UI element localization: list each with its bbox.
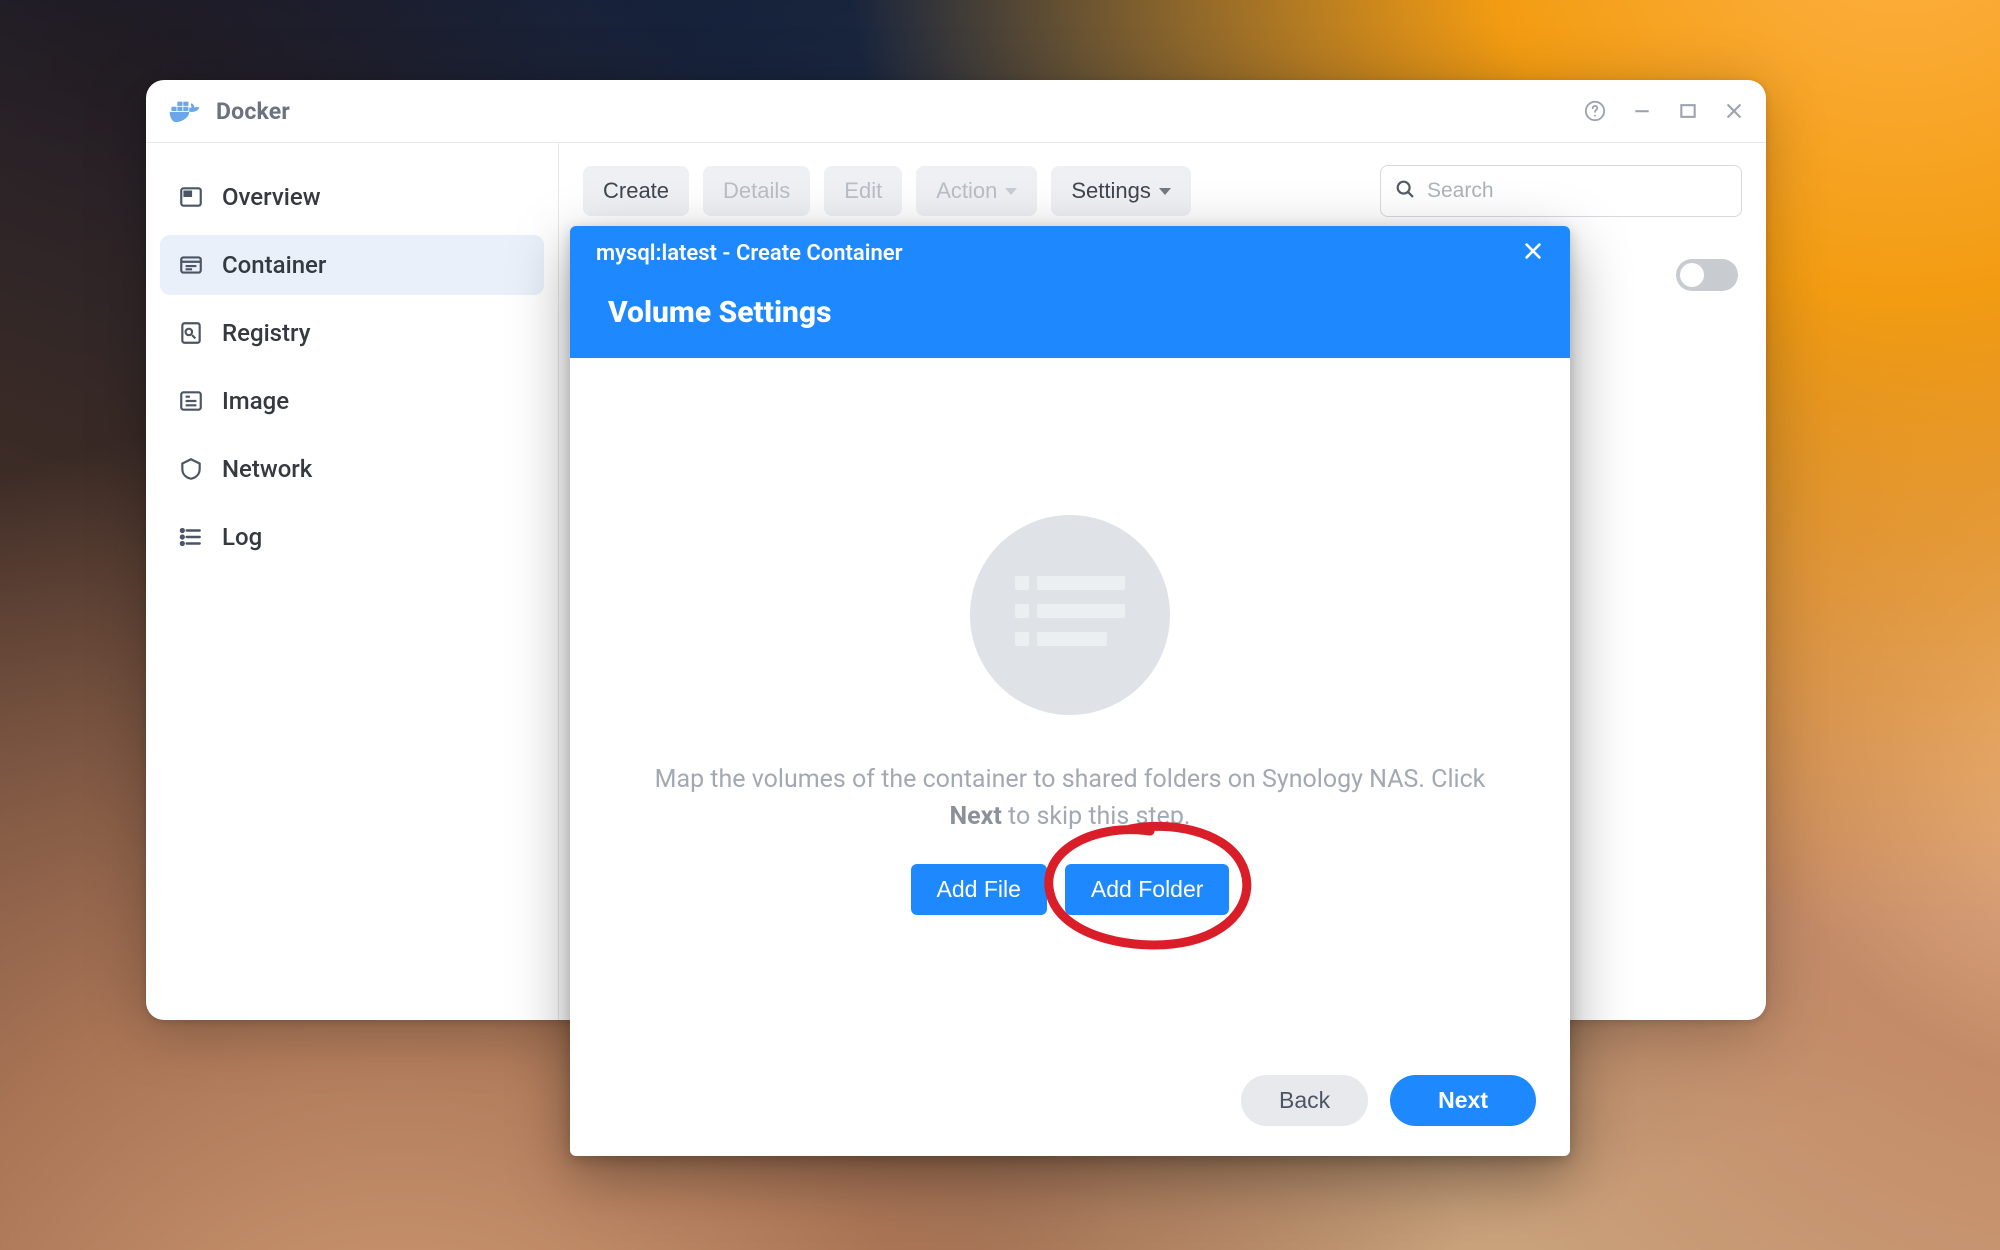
search-icon	[1394, 178, 1416, 204]
toolbar: Create Details Edit Action Settings	[583, 165, 1742, 217]
sidebar-item-image[interactable]: Image	[160, 371, 544, 431]
help-icon[interactable]	[1584, 100, 1606, 122]
registry-icon	[178, 320, 204, 346]
empty-text-bold: Next	[950, 802, 1002, 831]
edit-button[interactable]: Edit	[824, 166, 902, 216]
details-button[interactable]: Details	[703, 166, 810, 216]
docker-logo-icon	[168, 98, 202, 124]
window-titlebar: Docker	[146, 80, 1766, 143]
sidebar-item-container[interactable]: Container	[160, 235, 544, 295]
container-icon	[178, 252, 204, 278]
sidebar-item-label: Log	[222, 523, 262, 551]
sidebar-item-label: Image	[222, 387, 289, 415]
empty-state-text: Map the volumes of the container to shar…	[650, 761, 1490, 836]
sidebar: Overview Container Registry	[146, 143, 559, 1020]
empty-text-post: to skip this step.	[1002, 802, 1191, 831]
window-title: Docker	[216, 98, 290, 125]
sidebar-item-label: Registry	[222, 319, 310, 347]
sidebar-item-log[interactable]: Log	[160, 507, 544, 567]
window-controls	[1584, 100, 1744, 122]
search-input[interactable]	[1380, 165, 1742, 217]
log-icon	[178, 524, 204, 550]
image-icon	[178, 388, 204, 414]
modal-title: mysql:latest - Create Container	[596, 241, 903, 266]
modal-titlebar: mysql:latest - Create Container	[570, 226, 1570, 281]
sidebar-item-overview[interactable]: Overview	[160, 167, 544, 227]
create-container-modal: mysql:latest - Create Container Volume S…	[570, 226, 1570, 1156]
sidebar-item-label: Network	[222, 455, 312, 483]
desktop-background: Docker	[0, 0, 2000, 1250]
next-button[interactable]: Next	[1390, 1075, 1536, 1126]
modal-footer: Back Next	[570, 1051, 1570, 1156]
modal-section-title: Volume Settings	[570, 281, 1570, 358]
sidebar-item-label: Container	[222, 251, 326, 279]
add-file-button[interactable]: Add File	[911, 864, 1047, 915]
minimize-icon[interactable]	[1632, 101, 1652, 121]
caret-down-icon	[1159, 188, 1171, 195]
action-label: Action	[936, 178, 997, 204]
maximize-icon[interactable]	[1678, 101, 1698, 121]
create-button[interactable]: Create	[583, 166, 689, 216]
action-row: Add File Add Folder	[911, 864, 1230, 915]
dashboard-icon	[178, 184, 204, 210]
network-icon	[178, 456, 204, 482]
settings-label: Settings	[1071, 178, 1151, 204]
empty-text-pre: Map the volumes of the container to shar…	[655, 765, 1486, 794]
modal-close-icon[interactable]	[1522, 240, 1544, 267]
sidebar-item-registry[interactable]: Registry	[160, 303, 544, 363]
search-wrap	[1380, 165, 1742, 217]
modal-body: Map the volumes of the container to shar…	[570, 358, 1570, 1051]
action-dropdown[interactable]: Action	[916, 166, 1037, 216]
container-toggle[interactable]	[1676, 259, 1738, 291]
empty-list-icon	[970, 515, 1170, 715]
sidebar-item-label: Overview	[222, 183, 321, 211]
caret-down-icon	[1005, 188, 1017, 195]
close-icon[interactable]	[1724, 101, 1744, 121]
add-folder-button[interactable]: Add Folder	[1065, 864, 1230, 915]
back-button[interactable]: Back	[1241, 1075, 1368, 1126]
settings-dropdown[interactable]: Settings	[1051, 166, 1191, 216]
sidebar-item-network[interactable]: Network	[160, 439, 544, 499]
